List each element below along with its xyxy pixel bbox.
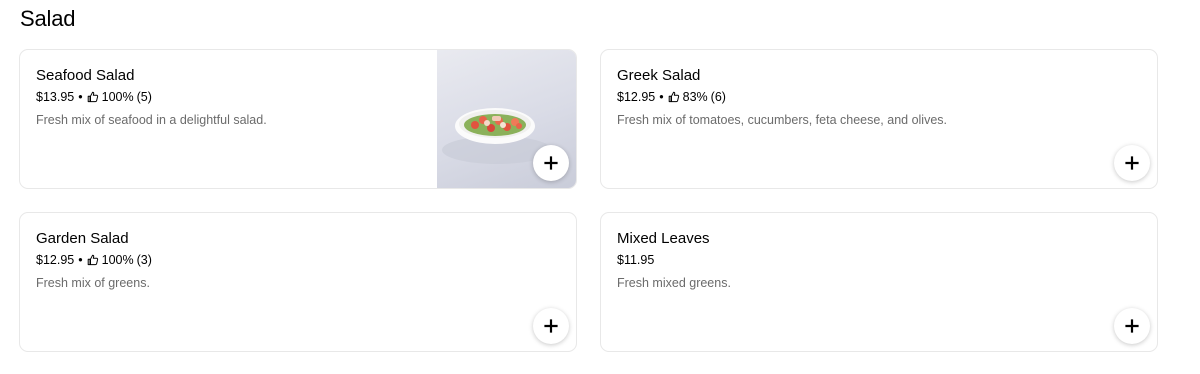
menu-item-meta: $12.95 • 83% (6) [617,89,1141,105]
menu-item-card[interactable]: Greek Salad $12.95 • 83% (6) Fresh mix o… [600,49,1158,189]
rating-percent: 83% [682,90,708,104]
plus-icon [544,156,558,170]
separator: • [78,90,83,104]
menu-item-info: Garden Salad $12.95 • 100% (3) Fresh mix… [36,229,560,291]
menu-item-meta: $11.95 [617,252,1141,268]
menu-item-price: $11.95 [617,253,655,267]
menu-item-card[interactable]: Seafood Salad $13.95 • 100% (5) Fresh mi… [19,49,577,189]
rating-count: (3) [136,253,152,267]
menu-item-info: Mixed Leaves $11.95 Fresh mixed greens. [617,229,1141,291]
menu-item-price: $13.95 [36,90,75,104]
plus-icon [1125,319,1139,333]
rating-count: (6) [710,90,726,104]
plus-icon [1125,156,1139,170]
menu-item-meta: $12.95 • 100% (3) [36,252,560,268]
rating-count: (5) [136,90,152,104]
thumbs-up-icon [87,91,99,103]
rating-percent: 100% [101,253,134,267]
menu-item-info: Greek Salad $12.95 • 83% (6) Fresh mix o… [617,66,1141,128]
menu-item-name: Greek Salad [617,67,701,84]
menu-item-price: $12.95 [36,253,75,267]
menu-item-name: Mixed Leaves [617,230,710,247]
rating-percent: 100% [101,90,134,104]
thumbs-up-icon [87,254,99,266]
menu-item-card[interactable]: Mixed Leaves $11.95 Fresh mixed greens. [600,212,1158,352]
add-to-cart-button[interactable] [1114,145,1150,181]
add-to-cart-button[interactable] [533,308,569,344]
plus-icon [544,319,558,333]
menu-item-description: Fresh mix of tomatoes, cucumbers, feta c… [617,113,948,127]
add-to-cart-button[interactable] [533,145,569,181]
menu-item-name: Garden Salad [36,230,129,247]
menu-item-description: Fresh mixed greens. [617,276,731,290]
thumbs-up-icon [668,91,680,103]
menu-item-description: Fresh mix of greens. [36,276,150,290]
section-title: Salad [20,6,76,31]
menu-item-price: $12.95 [617,90,656,104]
menu-item-card[interactable]: Garden Salad $12.95 • 100% (3) Fresh mix… [19,212,577,352]
separator: • [659,90,664,104]
menu-section-salad: Salad Seafood Salad $13.95 • 100% (5) Fr… [0,0,1200,374]
separator: • [78,253,83,267]
add-to-cart-button[interactable] [1114,308,1150,344]
